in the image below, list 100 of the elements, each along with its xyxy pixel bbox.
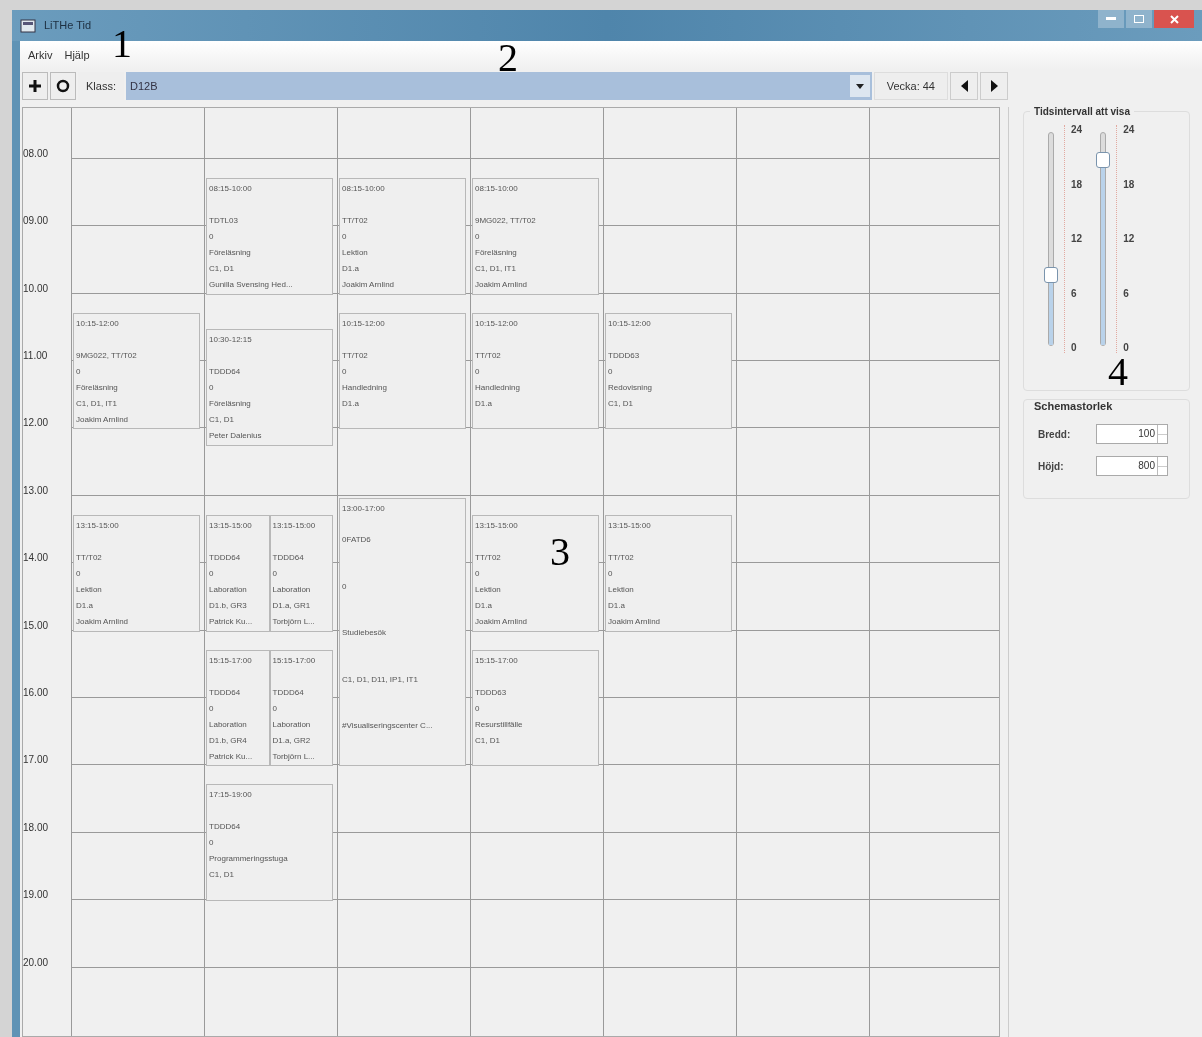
event-card[interactable]: 15:15-17:00 TDDD64 0 Laboration D1.a, GR2 Torbjörn L... xyxy=(269,649,333,767)
plus-icon xyxy=(28,79,42,93)
event-card[interactable]: 17:15-19:00 TDDD64 0 Programmeringsstuga C1, D1 xyxy=(206,784,333,902)
left-arrow-icon xyxy=(960,80,968,92)
close-button[interactable] xyxy=(1154,10,1194,28)
event-time: 13:15-15:00 xyxy=(209,519,253,532)
event-card[interactable]: 10:15-12:00 TT/T02 0 Handledning D1.a xyxy=(339,312,466,430)
hour-label: 19.00 xyxy=(23,890,49,901)
event-text: D1.a xyxy=(76,599,93,612)
event-card[interactable]: 10:15-12:00 TDDD63 0 Redovisning C1, D1 xyxy=(605,312,732,430)
event-card[interactable]: 13:15-15:00 TT/T02 0 Lektion D1.a Joakim Arnlind xyxy=(73,514,200,632)
slider-thumb[interactable] xyxy=(1096,151,1111,168)
hour-label: 15.00 xyxy=(23,620,49,631)
annotation-number: 4 xyxy=(1108,352,1128,392)
event-text: #Visualiseringscenter C... xyxy=(342,720,433,733)
event-time: 17:15-19:00 xyxy=(209,789,253,802)
event-card[interactable]: 15:15-17:00 TDDD64 0 Laboration D1.b, GR4 Patrick Ku... xyxy=(206,649,270,767)
event-time: 08:15-10:00 xyxy=(342,182,386,195)
hour-label: 17.00 xyxy=(23,755,49,766)
event-text: Joakim Arnlind xyxy=(608,615,661,628)
scale-label: 12 xyxy=(1071,234,1083,244)
event-time: 10:30-12:15 xyxy=(209,334,253,347)
minimize-icon xyxy=(1106,17,1116,21)
event-card[interactable]: 15:15-17:00 TDDD63 0 Resurstillfälle C1, D1 xyxy=(472,649,599,767)
event-text: Joakim Arnlind xyxy=(475,278,528,291)
close-icon xyxy=(1169,14,1179,24)
event-text: TDDD64 xyxy=(209,686,241,699)
class-dropdown[interactable]: D12B xyxy=(125,72,872,100)
event-card[interactable]: 08:15-10:00 TT/T02 0 Lektion D1.a Joakim Arnlind xyxy=(339,177,466,295)
hour-label: 14.00 xyxy=(23,553,49,564)
event-text: 0 xyxy=(209,702,214,715)
event-text: Resurstillfälle xyxy=(475,718,523,731)
event-time: 08:15-10:00 xyxy=(209,182,253,195)
event-card[interactable]: 08:15-10:00 9MG022, TT/T02 0 Föreläsning C1, D1, IT1 Joakim Arnlind xyxy=(472,177,599,295)
event-card[interactable]: 10:30-12:15 TDDD64 0 Föreläsning C1, D1 Peter Dalenius xyxy=(206,329,333,447)
event-text: Föreläsning xyxy=(76,381,118,394)
event-card[interactable]: 13:15-15:00 TDDD64 0 Laboration D1.a, GR1 Torbjörn L... xyxy=(269,514,333,632)
menu-item[interactable]: Hjälp xyxy=(64,46,90,64)
event-text: 0 xyxy=(475,702,480,715)
event-text: 0 xyxy=(209,567,214,580)
panel-title: Schemastorlek xyxy=(1033,399,1114,414)
event-text: 0 xyxy=(342,365,347,378)
event-time: 08:15-10:00 xyxy=(475,182,519,195)
event-text: Föreläsning xyxy=(209,398,251,411)
scale-label: 18 xyxy=(1071,179,1083,190)
event-text: TDDD63 xyxy=(475,686,507,699)
event-text: Lektion xyxy=(76,583,102,596)
scale-label: 6 xyxy=(1123,288,1130,299)
number-spinner[interactable]: 800 xyxy=(1096,456,1168,476)
event-time: 13:15-15:00 xyxy=(76,519,120,532)
event-card[interactable]: 10:15-12:00 TT/T02 0 Handledning D1.a xyxy=(472,312,599,430)
event-text: 0 xyxy=(76,567,81,580)
event-card[interactable]: 13:15-15:00 TT/T02 0 Lektion D1.a Joakim Arnlind xyxy=(605,514,732,632)
next-week-button[interactable] xyxy=(980,72,1008,100)
event-text: Programmeringsstuga xyxy=(209,853,288,866)
event-text: C1, D1 xyxy=(209,414,234,427)
event-text: TDDD64 xyxy=(209,551,241,564)
event-text: Lektion xyxy=(475,583,501,596)
hour-label: 10.00 xyxy=(23,283,49,294)
event-text: C1, D1, D11, IP1, IT1 xyxy=(342,673,418,686)
event-text: D1.a xyxy=(475,599,492,612)
event-text: D1.a xyxy=(342,262,359,275)
hour-label: 18.00 xyxy=(23,822,49,833)
event-text: Föreläsning xyxy=(475,246,517,259)
event-text: D1.a xyxy=(342,397,359,410)
add-button[interactable] xyxy=(22,72,48,100)
previous-week-button[interactable] xyxy=(950,72,978,100)
app-icon xyxy=(20,18,36,33)
event-text: Handledning xyxy=(475,381,520,394)
event-card[interactable]: 10:15-12:00 9MG022, TT/T02 0 Föreläsning C1, D1, IT1 Joakim Arnlind xyxy=(73,312,200,430)
refresh-button[interactable] xyxy=(50,72,76,100)
event-card[interactable]: 13:00-17:00 0FATD6 0 Studiebesök C1, D1, D11, IP1, IT1 #Visualiseringscenter C... xyxy=(339,497,466,767)
event-text: 0 xyxy=(475,230,480,243)
scale-label: 0 xyxy=(1071,343,1078,353)
event-text: TT/T02 xyxy=(76,551,102,564)
minimize-button[interactable] xyxy=(1098,10,1124,28)
event-text: Torbjörn L... xyxy=(272,615,315,628)
event-time: 15:15-17:00 xyxy=(475,654,519,667)
hour-label: 08.00 xyxy=(23,148,49,159)
event-time: 13:15-15:00 xyxy=(608,519,652,532)
event-text: TT/T02 xyxy=(342,349,368,362)
maximize-button[interactable] xyxy=(1126,10,1152,28)
event-text: TT/T02 xyxy=(342,214,368,227)
hour-label: 20.00 xyxy=(23,957,49,968)
menu-item[interactable]: Arkiv xyxy=(28,46,53,64)
slider-thumb[interactable] xyxy=(1044,267,1058,284)
event-card[interactable]: 13:15-15:00 TDDD64 0 Laboration D1.b, GR3 Patrick Ku... xyxy=(206,514,270,632)
event-text: Patrick Ku... xyxy=(209,615,253,628)
event-text: Gunilla Svensing Hed... xyxy=(209,278,293,291)
event-text: 0 xyxy=(608,365,613,378)
maximize-icon xyxy=(1134,15,1144,23)
event-text: 0 xyxy=(342,230,347,243)
hour-label: 09.00 xyxy=(23,216,49,227)
event-card[interactable]: 08:15-10:00 TDTL03 0 Föreläsning C1, D1 Gunilla Svensing Hed... xyxy=(206,177,333,295)
number-spinner[interactable]: 100 xyxy=(1096,424,1168,444)
event-text: D1.a, GR1 xyxy=(272,599,311,612)
hour-label: 13.00 xyxy=(23,485,49,496)
event-text: TT/T02 xyxy=(608,551,634,564)
hour-label: 12.00 xyxy=(23,418,49,429)
event-text: 0 xyxy=(608,567,613,580)
